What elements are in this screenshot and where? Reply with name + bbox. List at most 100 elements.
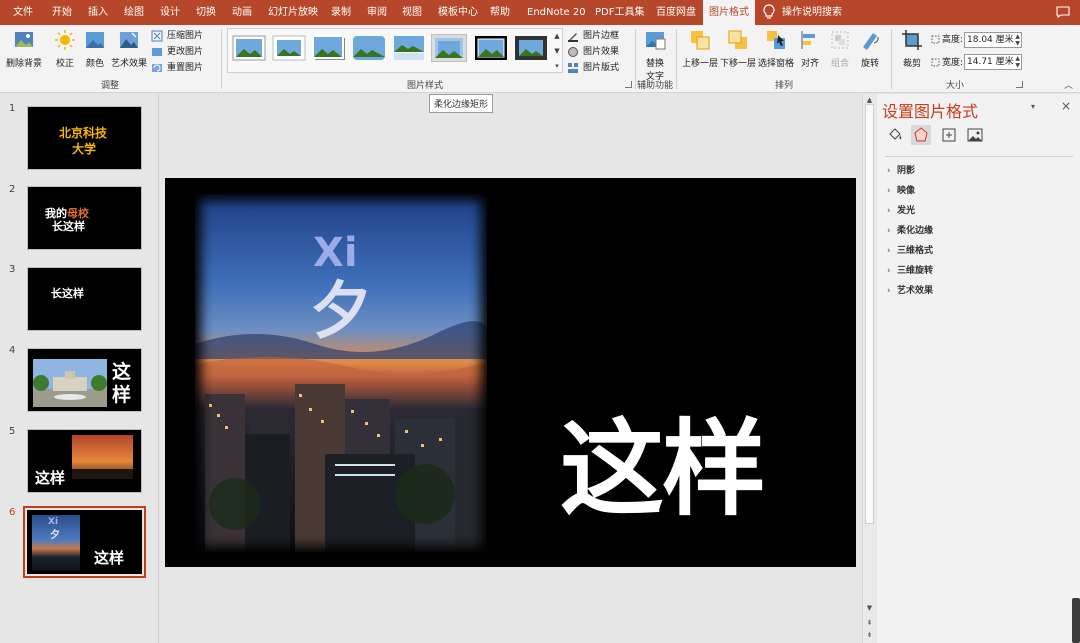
send-backward-button[interactable]: 下移一层: [720, 29, 756, 69]
alt-text-label-line1: 替换: [645, 59, 664, 69]
tab-view[interactable]: 视图: [396, 0, 428, 25]
thumb-text: 样: [112, 384, 132, 406]
tab-pdf-tools[interactable]: PDF工具集: [589, 0, 650, 25]
style-rounded-icon[interactable]: [352, 35, 386, 61]
scrollbar-thumb[interactable]: [865, 104, 874, 524]
collapse-ribbon-icon[interactable]: ︿: [1064, 78, 1073, 91]
separator: [891, 29, 892, 89]
style-black-frame-icon[interactable]: [474, 35, 508, 61]
thumb-text: 这样: [35, 469, 66, 487]
section-3d-rotation[interactable]: › 三维旋转: [887, 263, 933, 276]
style-shadow-frame-icon[interactable]: [312, 35, 346, 61]
bring-forward-button[interactable]: 上移一层: [682, 29, 718, 69]
next-slide-arrow[interactable]: ⇟: [863, 629, 876, 641]
accessibility-group-label: 辅助功能: [636, 81, 673, 91]
tab-endnote[interactable]: EndNote 20: [521, 0, 592, 25]
tab-picture-format[interactable]: 图片格式: [703, 0, 755, 26]
city-night-photo[interactable]: Xi 夕: [195, 194, 487, 552]
pane-options-icon[interactable]: ▾: [1031, 102, 1035, 111]
artistic-effects-button[interactable]: 艺术效果: [110, 29, 148, 69]
slide-thumbnail-3[interactable]: 长这样: [27, 267, 142, 331]
slide-number: 2: [9, 184, 16, 195]
picture-styles-launcher[interactable]: [625, 81, 632, 88]
size-properties-icon[interactable]: [939, 125, 959, 145]
size-launcher[interactable]: [1016, 81, 1023, 88]
style-metal-frame-icon[interactable]: [514, 35, 548, 61]
change-picture-button[interactable]: 更改图片: [151, 44, 203, 60]
tab-file[interactable]: 文件: [7, 0, 39, 25]
alt-text-button[interactable]: 替换 文字: [642, 29, 668, 82]
tab-animations[interactable]: 动画: [226, 0, 258, 25]
section-reflection[interactable]: › 映像: [887, 183, 915, 196]
tab-record[interactable]: 录制: [325, 0, 357, 25]
tab-draw[interactable]: 绘图: [118, 0, 150, 25]
picture-icon[interactable]: [965, 125, 985, 145]
color-picture-icon: [86, 32, 104, 48]
overlay-char-text: 夕: [310, 274, 372, 347]
gallery-down-arrow[interactable]: ▼: [552, 44, 562, 59]
height-icon: [931, 35, 940, 44]
height-spinner[interactable]: ▲ ▼: [1015, 33, 1020, 47]
style-simple-frame-icon[interactable]: [232, 35, 266, 61]
effects-pentagon-icon[interactable]: [911, 125, 931, 145]
style-soft-edge-rectangle-icon[interactable]: [431, 34, 467, 62]
current-slide[interactable]: Xi 夕 这样: [165, 178, 856, 567]
style-reflection-icon[interactable]: [392, 35, 426, 61]
align-button[interactable]: 对齐: [798, 29, 822, 69]
corrections-label: 校正: [55, 59, 74, 69]
section-soft-edges[interactable]: › 柔化边缘: [887, 223, 933, 236]
tab-design[interactable]: 设计: [154, 0, 186, 25]
group-button[interactable]: 组合: [828, 29, 852, 69]
selection-pane-button[interactable]: 选择窗格: [758, 29, 794, 69]
remove-background-button[interactable]: 删除背景: [4, 29, 44, 69]
tab-template-center[interactable]: 模板中心: [432, 0, 484, 25]
gallery-up-arrow[interactable]: ▲: [552, 29, 562, 44]
color-button[interactable]: 颜色: [82, 29, 108, 69]
tab-transitions[interactable]: 切换: [190, 0, 222, 25]
picture-layout-button[interactable]: 图片版式: [567, 60, 619, 76]
width-spinner[interactable]: ▲ ▼: [1015, 55, 1020, 69]
tab-review[interactable]: 审阅: [361, 0, 393, 25]
selection-pane-label: 选择窗格: [758, 59, 795, 69]
picture-border-button[interactable]: 图片边框: [567, 28, 619, 44]
slide-thumbnail-6[interactable]: Xi 夕 这样: [23, 506, 146, 578]
scroll-down-arrow[interactable]: ▼: [863, 602, 876, 614]
slide-thumbnail-4[interactable]: 这 样: [27, 348, 142, 412]
rotate-button[interactable]: 旋转: [858, 29, 882, 69]
corrections-button[interactable]: 校正: [50, 29, 80, 69]
section-3d-format[interactable]: › 三维格式: [887, 243, 933, 256]
section-label: 三维格式: [897, 246, 934, 256]
side-grip-handle[interactable]: [1072, 598, 1080, 643]
compress-pictures-button[interactable]: 压缩图片: [151, 28, 203, 44]
close-icon[interactable]: ×: [1061, 99, 1071, 113]
fill-line-icon[interactable]: [885, 125, 905, 145]
slide-thumbnail-1[interactable]: 北京科技 大学: [27, 106, 142, 170]
tab-insert[interactable]: 插入: [82, 0, 114, 25]
section-artistic-effects[interactable]: › 艺术效果: [887, 283, 933, 296]
tab-baidu-netdisk[interactable]: 百度网盘: [650, 0, 702, 25]
artistic-effects-icon: [120, 32, 138, 48]
section-glow[interactable]: › 发光: [887, 203, 915, 216]
tab-home[interactable]: 开始: [46, 0, 78, 25]
gallery-more-arrow[interactable]: ▾: [552, 59, 562, 74]
style-thick-frame-icon[interactable]: [272, 35, 306, 61]
width-input[interactable]: 14.71 厘米 ▲ ▼: [964, 54, 1022, 70]
slide-title-text[interactable]: 这样: [560, 384, 766, 535]
picture-styles-gallery[interactable]: ▲ ▼ ▾: [227, 28, 563, 73]
slide-number-active: 6: [9, 507, 16, 518]
tell-me-search[interactable]: 操作说明搜索: [782, 0, 842, 25]
crop-button[interactable]: 裁剪: [899, 29, 925, 69]
height-input[interactable]: 18.04 厘米 ▲ ▼: [964, 32, 1022, 48]
previous-slide-arrow[interactable]: ⇞: [863, 617, 876, 629]
chevron-right-icon: ›: [887, 226, 891, 236]
comment-icon[interactable]: [1056, 6, 1070, 18]
vertical-scrollbar[interactable]: ▲ ▼ ⇞ ⇟: [862, 94, 876, 643]
tab-help[interactable]: 帮助: [484, 0, 516, 25]
section-shadow[interactable]: › 阴影: [887, 163, 915, 176]
tab-slideshow[interactable]: 幻灯片放映: [262, 0, 324, 25]
lightbulb-icon: [763, 4, 775, 19]
picture-effects-button[interactable]: 图片效果: [567, 44, 619, 60]
reset-picture-button[interactable]: 重置图片: [151, 60, 203, 76]
slide-thumbnail-5[interactable]: 这样: [27, 429, 142, 493]
slide-thumbnail-2[interactable]: 我的母校 长这样: [27, 186, 142, 250]
